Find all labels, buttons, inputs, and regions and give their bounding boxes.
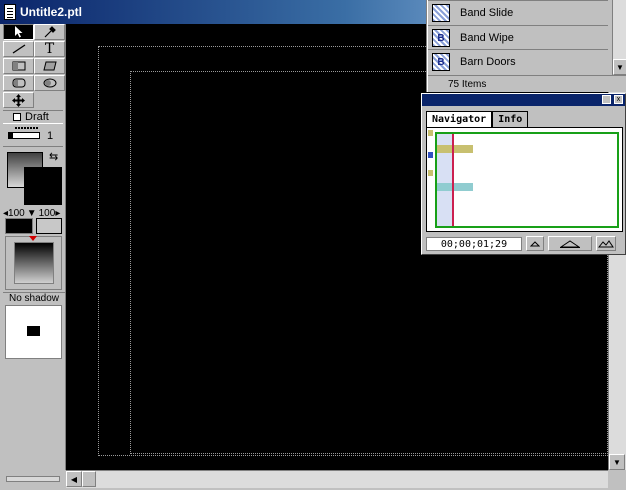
tab-navigator[interactable]: Navigator	[426, 111, 493, 127]
scroll-down-button[interactable]: ▼	[609, 454, 625, 470]
document-title: Untitle2.ptl	[20, 5, 82, 19]
shadow-preview[interactable]	[5, 305, 62, 359]
move-tool[interactable]	[3, 92, 34, 108]
gradient-preview[interactable]	[5, 236, 62, 290]
line-width-ticks	[15, 127, 39, 129]
navigator-pane[interactable]	[426, 127, 623, 232]
scroll-left-button[interactable]: ◀	[66, 471, 82, 487]
medium-mountain-icon	[560, 239, 580, 248]
stroke-color-swatch[interactable]	[24, 167, 62, 205]
ellipse-icon	[43, 78, 56, 88]
list-item[interactable]: B Barn Doors	[432, 50, 609, 74]
resize-grip-icon[interactable]	[608, 470, 626, 490]
navigator-title-bar[interactable]: x	[422, 94, 625, 106]
track-marker	[428, 152, 433, 158]
small-mountain-icon	[530, 240, 540, 246]
polygon-icon	[42, 61, 57, 71]
zoom-slider-button[interactable]	[548, 236, 592, 251]
line-width-control[interactable]: 1	[3, 124, 63, 146]
polygon-tool[interactable]	[34, 58, 65, 74]
gradient-end-swatch[interactable]	[36, 218, 62, 234]
text-icon: T	[44, 41, 55, 57]
navigator-view-box[interactable]	[435, 132, 619, 228]
move-arrows-icon	[12, 93, 25, 107]
rectangle-icon	[12, 61, 25, 71]
shadow-preview-object	[27, 326, 40, 336]
eyedropper-tool[interactable]	[34, 24, 65, 40]
playhead[interactable]	[452, 134, 454, 226]
zoom-slider[interactable]	[6, 476, 60, 482]
gradient-ramp	[14, 242, 54, 284]
swap-colors-icon[interactable]: ⇆	[49, 150, 58, 163]
clip-bar	[437, 145, 473, 153]
rounded-rectangle-icon	[12, 78, 25, 88]
line-width-thumb[interactable]	[8, 132, 13, 139]
horizontal-scroll-thumb[interactable]	[82, 471, 96, 487]
list-item-label: Barn Doors	[460, 56, 516, 68]
ellipse-tool[interactable]	[34, 75, 65, 91]
track-marker	[428, 170, 433, 176]
list-item[interactable]: B Band Wipe	[432, 26, 609, 50]
timecode-field[interactable]: 00;00;01;29	[426, 237, 522, 251]
gradient-start-swatch[interactable]	[5, 218, 33, 234]
navigator-window: x Navigator Info 00;00;01;29	[421, 93, 626, 255]
draft-checkbox[interactable]	[13, 113, 21, 121]
band-wipe-icon: B	[432, 29, 450, 47]
shadow-label: No shadow	[3, 292, 65, 304]
opacity-value-2[interactable]: 100	[39, 208, 56, 219]
item-count: 75 Items	[428, 75, 626, 92]
close-icon[interactable]: x	[614, 95, 623, 104]
color-swatches: ⇆	[3, 146, 63, 206]
toolbox: T Draft 1 ⇆ ◂ 100 ▼ 100 ▸ No shadow	[0, 24, 66, 490]
band-slide-icon	[432, 4, 450, 22]
clip-bar	[437, 183, 473, 191]
arrow-pointer-icon	[14, 26, 22, 38]
line-tool[interactable]	[3, 41, 34, 57]
barn-doors-icon: B	[432, 53, 450, 71]
opacity-right-arrow-icon[interactable]: ▸	[55, 208, 60, 219]
rectangle-tool[interactable]	[3, 58, 34, 74]
navigator-tabs: Navigator Info	[426, 111, 529, 127]
list-item-label: Band Slide	[460, 7, 514, 19]
minimize-icon[interactable]	[602, 95, 611, 104]
line-icon	[12, 44, 25, 54]
list-vertical-scrollbar[interactable]: ▼	[612, 0, 626, 75]
zoom-out-button[interactable]	[526, 236, 544, 251]
list-item[interactable]: Band Slide	[432, 1, 609, 25]
status-corner	[0, 470, 66, 490]
selection-tool[interactable]	[3, 24, 34, 40]
text-tool[interactable]: T	[34, 41, 65, 57]
opacity-dropdown-icon[interactable]: ▼	[27, 208, 37, 219]
zoom-in-button[interactable]	[596, 236, 616, 251]
list-scroll-down-button[interactable]: ▼	[613, 59, 626, 75]
draft-label: Draft	[25, 111, 49, 123]
line-width-value: 1	[47, 130, 54, 142]
canvas-horizontal-scrollbar[interactable]: ◀	[66, 470, 608, 488]
tab-info[interactable]: Info	[492, 111, 529, 127]
eyedropper-icon	[44, 26, 56, 38]
large-mountain-icon	[598, 239, 614, 247]
draft-toggle[interactable]: Draft	[3, 110, 63, 124]
track-marker	[428, 130, 433, 136]
transitions-window: Band Slide B Band Wipe B Barn Doors ▼ 75…	[427, 0, 626, 92]
rounded-rectangle-tool[interactable]	[3, 75, 34, 91]
list-item-label: Band Wipe	[460, 32, 514, 44]
gradient-marker-icon[interactable]	[29, 236, 37, 241]
document-icon	[4, 4, 16, 20]
app-root: Untitle2.ptl T Draft 1 ⇆ ◂ 100 ▼ 100 ▸ N…	[0, 0, 626, 490]
opacity-value-1[interactable]: 100	[8, 208, 25, 219]
